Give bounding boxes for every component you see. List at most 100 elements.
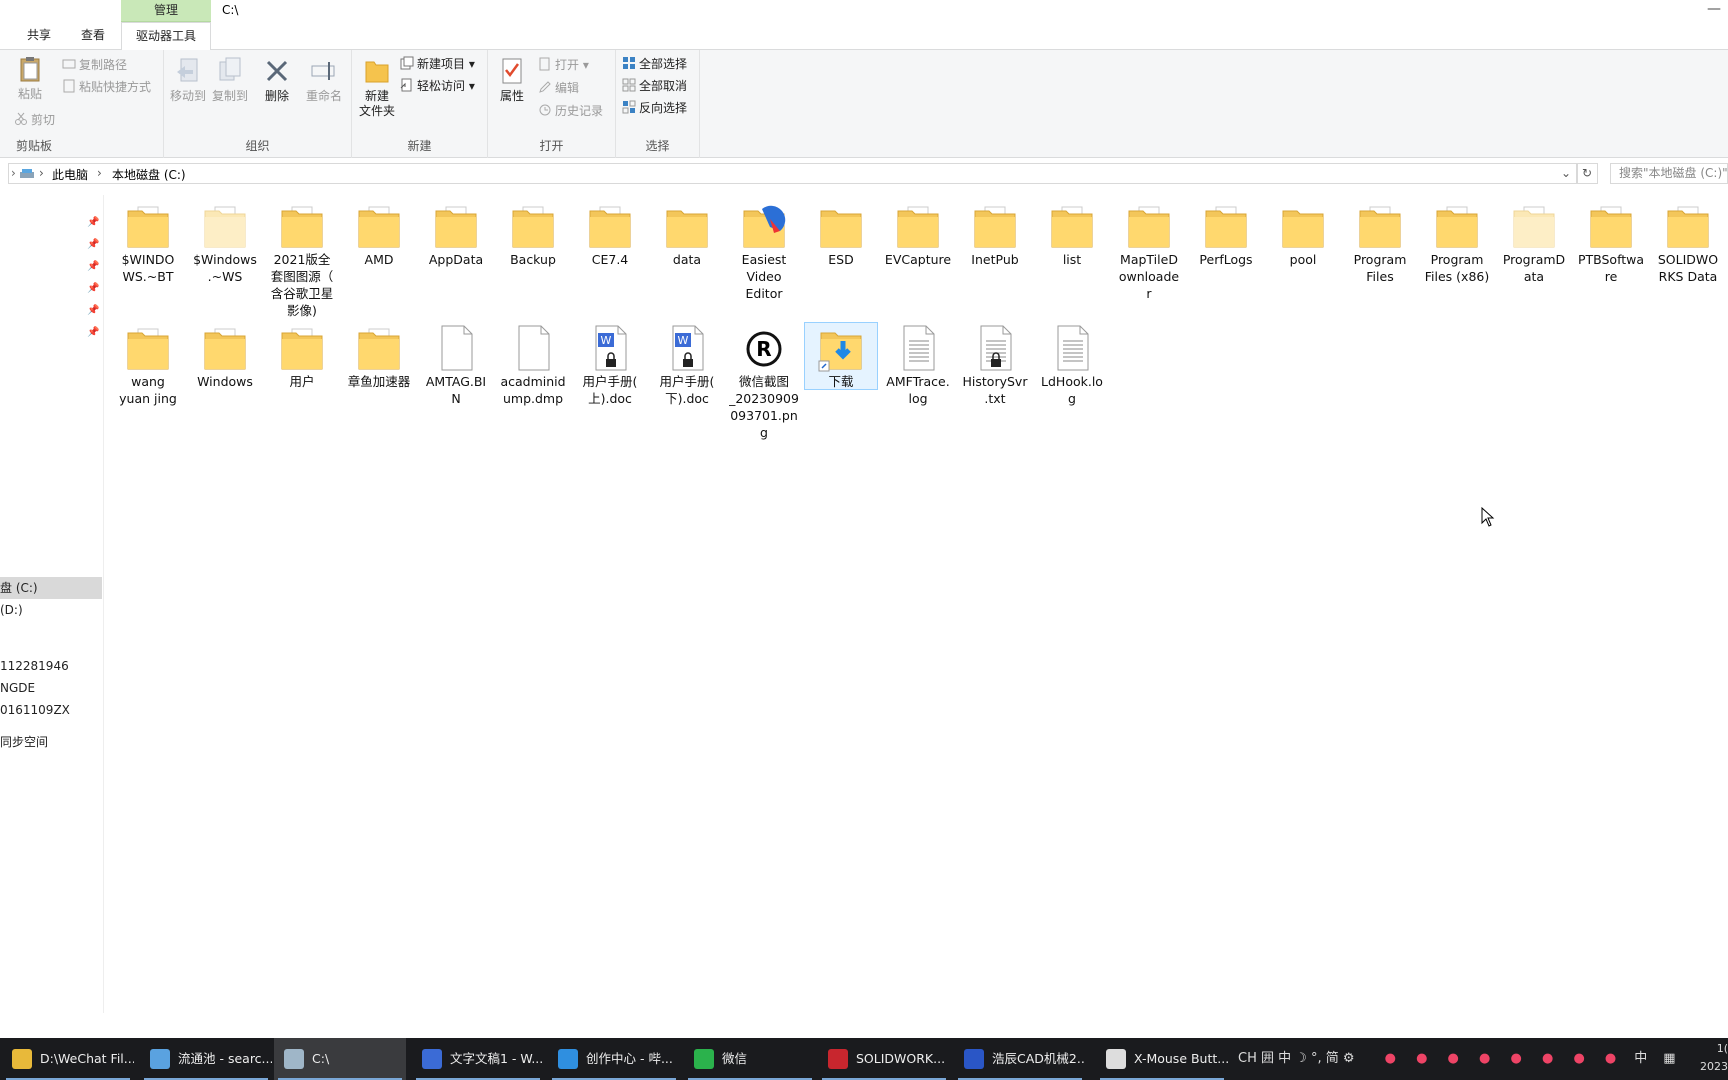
rename-button[interactable]: 重命名 xyxy=(302,56,346,104)
file-item[interactable]: InetPub xyxy=(959,201,1031,268)
file-item[interactable]: data xyxy=(651,201,723,268)
taskbar-button[interactable]: 微信 xyxy=(684,1038,816,1080)
minimize-button[interactable]: — xyxy=(1700,0,1728,22)
cut-button[interactable]: 剪切 xyxy=(14,111,55,129)
taskbar-clock[interactable]: 1(2023 xyxy=(1700,1040,1728,1076)
file-item[interactable]: Windows xyxy=(189,323,261,390)
move-to-button[interactable]: 移动到 xyxy=(168,56,208,104)
file-item[interactable]: Program Files (x86) xyxy=(1421,201,1493,285)
file-item[interactable]: AMTAG.BI N xyxy=(420,323,492,407)
file-item[interactable]: LdHook.lo g xyxy=(1036,323,1108,407)
history-button[interactable]: 历史记录 xyxy=(538,102,603,120)
file-item[interactable]: $WINDO WS.~BT xyxy=(112,201,184,285)
select-none-button[interactable]: 全部取消 xyxy=(622,77,687,95)
file-item[interactable]: wang yuan jing xyxy=(112,323,184,407)
new-folder-label-1: 新建 xyxy=(364,89,389,103)
delete-x-icon xyxy=(266,60,288,82)
tab-view[interactable]: 查看 xyxy=(70,22,116,50)
pin-icon: 📌 xyxy=(87,239,100,250)
history-label: 历史记录 xyxy=(555,104,604,118)
ime-language-indicator[interactable]: 中 xyxy=(1634,1051,1647,1066)
taskbar-button[interactable]: X-Mouse Butt... xyxy=(1096,1038,1228,1080)
copy-to-button[interactable]: 复制到 xyxy=(210,56,250,104)
paste-button[interactable]: 粘贴 xyxy=(12,54,48,102)
file-item[interactable]: list xyxy=(1036,201,1108,268)
file-item[interactable]: 下载 xyxy=(804,322,878,390)
tab-drive-tools[interactable]: 驱动器工具 xyxy=(121,22,211,51)
paste-shortcut-button[interactable]: 粘贴快捷方式 xyxy=(62,78,151,96)
edit-button[interactable]: 编辑 xyxy=(538,79,579,97)
file-item[interactable]: SOLIDWO RKS Data xyxy=(1652,201,1724,285)
keyboard-icon[interactable]: ▦ xyxy=(1663,1051,1675,1066)
file-item[interactable]: PTBSoftwa re xyxy=(1575,201,1647,285)
file-item[interactable]: ProgramD ata xyxy=(1498,201,1570,285)
rename-icon xyxy=(311,62,335,80)
chevron-down-icon[interactable]: ⌄ xyxy=(1561,166,1571,180)
file-item-label: g xyxy=(1068,391,1076,406)
file-item[interactable]: AMFTrace. log xyxy=(882,323,954,407)
file-item[interactable]: R 微信截图 _20230909 093701.pn g xyxy=(728,323,800,441)
invert-selection-button[interactable]: 反向选择 xyxy=(622,99,687,117)
file-item[interactable]: Backup xyxy=(497,201,569,268)
file-item[interactable]: acadminid ump.dmp xyxy=(497,323,569,407)
address-row: › › 此电脑 › 本地磁盘 (C:) ⌄ ↻ 搜索"本地磁盘 (C:)" xyxy=(0,161,1728,187)
nav-item[interactable]: 112281946 xyxy=(0,655,102,677)
file-item[interactable]: MapTileD ownloade r xyxy=(1113,201,1185,302)
file-item[interactable]: Easiest Video Editor xyxy=(728,201,800,302)
nav-item-drive-d[interactable]: (D:) xyxy=(0,599,102,621)
search-input[interactable]: 搜索"本地磁盘 (C:)" xyxy=(1610,163,1728,184)
taskbar-button[interactable]: 创作中心 - 哔... xyxy=(548,1038,680,1080)
file-item[interactable]: W 用户手册(下).doc xyxy=(651,323,723,407)
properties-check-icon xyxy=(502,58,522,84)
properties-button[interactable]: 属性 xyxy=(496,56,528,104)
new-folder-button[interactable]: 新建 文件夹 xyxy=(356,56,398,119)
easy-access-button[interactable]: 轻松访问 ▾ xyxy=(400,77,475,95)
breadcrumb-drive-c[interactable]: 本地磁盘 (C:) xyxy=(112,166,186,183)
file-item-label: Program xyxy=(1353,252,1407,267)
taskbar-button[interactable]: D:\WeChat Fil... xyxy=(2,1038,134,1080)
file-item[interactable]: CE7.4 xyxy=(574,201,646,268)
delete-button[interactable]: 删除 xyxy=(260,56,294,104)
tab-share[interactable]: 共享 xyxy=(16,22,62,50)
system-tray[interactable]: CH 囲 中 ☽ °, 简 ⚙ ● ● ● ● ● ● ● ● 中 ▦ xyxy=(1238,1038,1676,1080)
file-item[interactable]: 用户 xyxy=(266,323,338,390)
taskbar-button[interactable]: C:\ xyxy=(274,1038,406,1080)
file-item-label: InetPub xyxy=(971,252,1019,267)
nav-item-drive-c[interactable]: 盘 (C:) xyxy=(0,577,102,599)
file-item[interactable]: $Windows .~WS xyxy=(189,201,261,285)
select-all-button[interactable]: 全部选择 xyxy=(622,55,687,73)
file-item[interactable]: AppData xyxy=(420,201,492,268)
select-none-label: 全部取消 xyxy=(639,79,688,93)
taskbar-button[interactable]: 浩辰CAD机械2... xyxy=(954,1038,1086,1080)
copy-path-button[interactable]: 复制路径 xyxy=(62,56,127,74)
file-item[interactable]: W 用户手册(上).doc xyxy=(574,323,646,407)
file-item[interactable]: 章鱼加速器 xyxy=(343,323,415,390)
file-item[interactable]: EVCapture xyxy=(882,201,954,268)
open-button[interactable]: 打开 ▾ xyxy=(538,56,589,74)
taskbar-button[interactable]: 文字文稿1 - W... xyxy=(412,1038,544,1080)
address-bar[interactable]: › › 此电脑 › 本地磁盘 (C:) ⌄ xyxy=(8,163,1578,184)
file-item[interactable]: ESD xyxy=(805,201,877,268)
file-item[interactable]: PerfLogs xyxy=(1190,201,1262,268)
nav-item[interactable]: NGDE xyxy=(0,677,102,699)
new-item-button[interactable]: 新建项目 ▾ xyxy=(400,55,475,73)
file-item-label: EVCapture xyxy=(884,252,952,267)
nav-item[interactable]: 0161109ZX xyxy=(0,699,102,721)
ribbon-tabs: 共享 查看 驱动器工具 xyxy=(0,22,1728,51)
file-item[interactable]: 2021版全 套图图源（ 含谷歌卫星 影像) xyxy=(266,201,338,319)
file-item[interactable]: pool xyxy=(1267,201,1339,268)
file-item-label: Files xyxy=(1366,269,1394,284)
file-item[interactable]: Program Files xyxy=(1344,201,1416,285)
tray-icons[interactable]: ● ● ● ● ● ● ● ● xyxy=(1385,1051,1625,1066)
file-item[interactable]: AMD xyxy=(343,201,415,268)
file-item[interactable]: HistorySvr .txt xyxy=(959,323,1031,407)
refresh-button[interactable]: ↻ xyxy=(1576,163,1598,184)
taskbar-button[interactable]: SOLIDWORK... xyxy=(818,1038,950,1080)
tray-ime-indicators[interactable]: CH 囲 中 ☽ °, 简 ⚙ xyxy=(1238,1051,1355,1066)
app-icon xyxy=(12,1049,32,1069)
taskbar-button-label: 浩辰CAD机械2... xyxy=(992,1051,1086,1066)
taskbar-button[interactable]: 流通池 - searc... xyxy=(140,1038,272,1080)
nav-item-sync-space[interactable]: 同步空间 xyxy=(0,731,102,753)
breadcrumb-this-pc[interactable]: 此电脑 xyxy=(52,166,88,183)
drive-icon xyxy=(19,167,35,184)
